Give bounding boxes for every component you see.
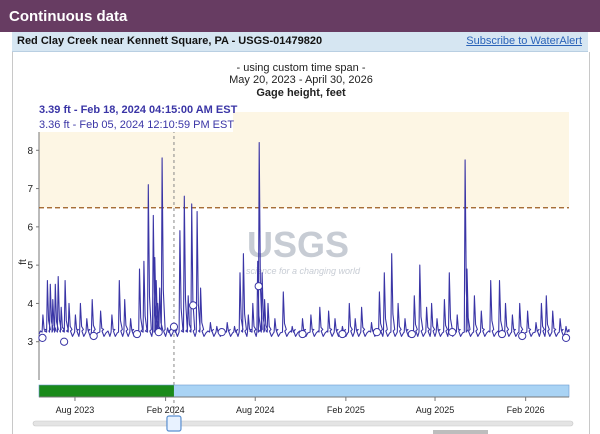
data-point-marker xyxy=(60,337,69,346)
data-point-marker xyxy=(38,333,47,342)
station-bar: Red Clay Creek near Kennett Square, PA -… xyxy=(12,32,588,52)
y-tick-label: 6 xyxy=(27,222,33,233)
y-tick-label: 8 xyxy=(27,146,33,157)
x-tick-label: Feb 2026 xyxy=(507,405,545,415)
y-axis-label: ft xyxy=(18,259,29,265)
approval-bar-provisional xyxy=(173,385,569,397)
x-tick-label: Feb 2024 xyxy=(147,405,185,415)
usgs-watermark-tagline: science for a changing world xyxy=(246,266,361,276)
page-title: Continuous data xyxy=(9,8,128,25)
data-point-marker xyxy=(89,331,98,341)
usgs-watermark-logo: USGS xyxy=(247,224,349,265)
data-point-marker xyxy=(561,333,571,342)
data-point-marker xyxy=(448,328,457,337)
y-tick-label: 3 xyxy=(27,337,33,348)
time-brush-handle[interactable] xyxy=(166,415,182,432)
x-tick-label: Aug 2023 xyxy=(56,405,95,415)
data-point-marker xyxy=(518,331,527,341)
header-bar: Continuous data xyxy=(0,0,600,32)
station-name: Red Clay Creek near Kennett Square, PA -… xyxy=(17,35,323,47)
data-point-marker xyxy=(132,329,142,339)
wateralert-link[interactable]: Subscribe to WaterAlert xyxy=(466,35,582,47)
y-tick-label: 4 xyxy=(27,299,33,310)
chart-panel: - using custom time span - May 20, 2023 … xyxy=(12,52,590,434)
control-edge xyxy=(433,430,488,434)
x-tick-label: Aug 2025 xyxy=(416,405,455,415)
data-point-marker xyxy=(372,328,381,337)
tooltip-line-1: 3.39 ft - Feb 18, 2024 04:15:00 AM EST xyxy=(39,104,238,116)
y-tick-label: 7 xyxy=(27,184,33,195)
data-point-marker xyxy=(497,329,507,339)
data-point-marker xyxy=(338,329,347,339)
x-tick-label: Feb 2025 xyxy=(327,405,365,415)
data-point-marker xyxy=(154,328,163,337)
data-point-marker xyxy=(254,282,263,291)
data-point-marker xyxy=(298,329,307,339)
data-point-marker xyxy=(407,329,416,339)
tooltip-line-2: 3.36 ft - Feb 05, 2024 12:10:59 PM EST xyxy=(39,119,234,131)
x-tick-label: Aug 2024 xyxy=(236,405,275,415)
hydrograph-chart[interactable]: USGSscience for a changing world345678ft… xyxy=(13,52,589,434)
data-point-marker xyxy=(189,301,198,310)
data-point-marker xyxy=(169,322,179,331)
approval-bar-approved xyxy=(39,385,174,397)
time-brush-track xyxy=(32,420,574,427)
data-point-marker xyxy=(217,328,226,337)
